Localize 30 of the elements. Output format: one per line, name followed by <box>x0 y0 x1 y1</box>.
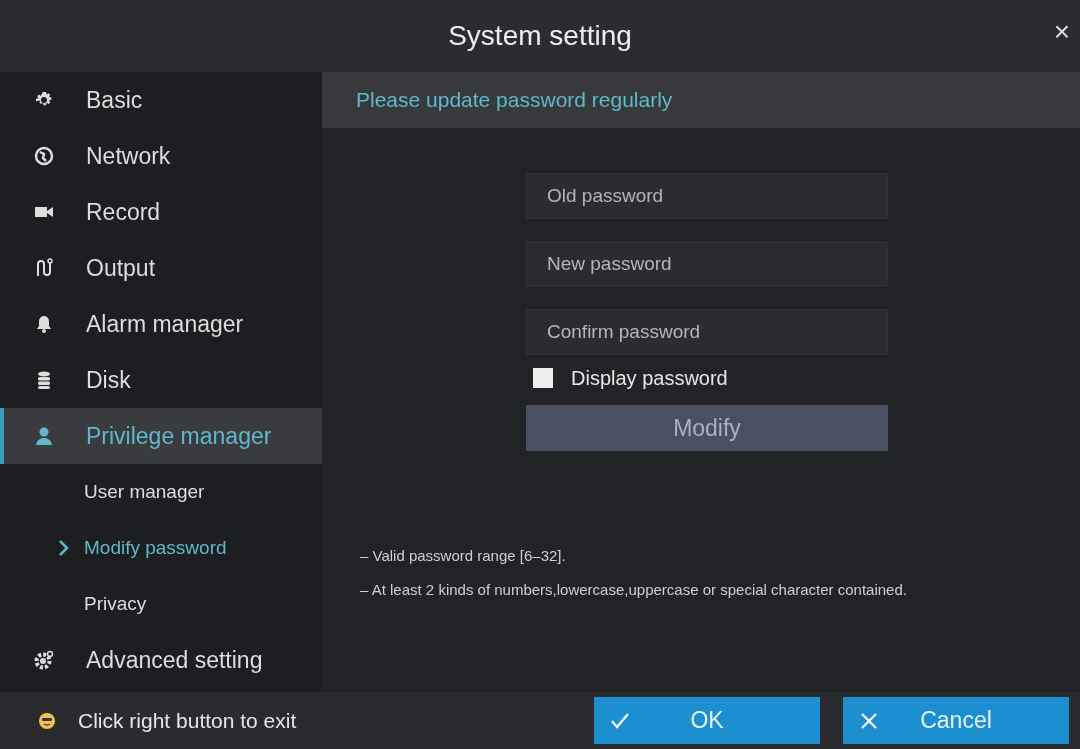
hint-text: – At least 2 kinds of numbers,lowercase,uppercase or special character contained. <box>360 580 908 600</box>
checkbox[interactable] <box>533 368 553 388</box>
notice-text: Please update password regularly <box>356 87 673 114</box>
exit-hint: Click right button to exit <box>78 707 297 734</box>
password-field[interactable]: New password <box>526 241 888 287</box>
sidebar-item[interactable]: Advanced setting <box>0 632 322 688</box>
connector-icon <box>34 258 54 278</box>
sidebar-item[interactable]: Network <box>0 128 322 184</box>
submenu-item[interactable]: User manager <box>0 464 322 520</box>
window-title: System setting <box>448 19 632 53</box>
smiley-icon <box>38 711 56 730</box>
sidebar-item[interactable]: Disk <box>0 352 322 408</box>
sidebar-item[interactable]: Record <box>0 184 322 240</box>
bell-icon <box>34 314 54 334</box>
password-field[interactable]: Old password <box>526 173 888 219</box>
chevron-icon <box>58 539 70 557</box>
sidebar-item[interactable]: Privilege manager <box>0 408 322 464</box>
sidebar-item[interactable]: Output <box>0 240 322 296</box>
hint-text: – Valid password range [6–32]. <box>360 546 567 566</box>
sidebar-item[interactable]: Basic <box>0 72 322 128</box>
submenu-item[interactable]: Privacy <box>0 576 322 632</box>
sidebar-item[interactable]: Alarm manager <box>0 296 322 352</box>
password-field[interactable]: Confirm password <box>526 309 888 355</box>
user-icon <box>34 426 54 446</box>
close-button[interactable]: × <box>1049 18 1074 46</box>
close-icon <box>859 710 879 731</box>
submenu-item[interactable]: Modify password <box>0 520 322 576</box>
checkbox-label: Display password <box>571 366 728 391</box>
modify-button[interactable]: Modify <box>526 405 888 451</box>
gear-icon <box>34 650 54 670</box>
